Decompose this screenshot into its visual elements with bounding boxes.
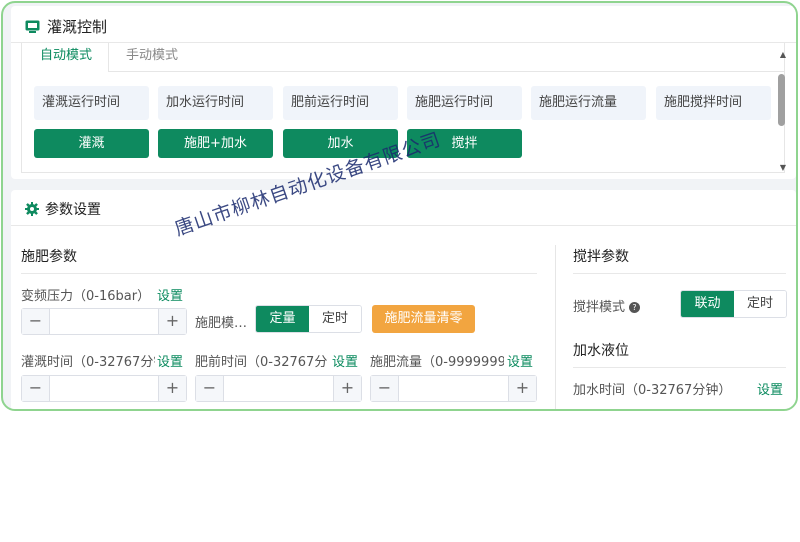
tab-manual-mode[interactable]: 手动模式 [126, 47, 178, 71]
fert-stir-time: 施肥搅拌时间 [656, 86, 771, 120]
monitor-icon [25, 20, 40, 33]
water-section-line [573, 367, 786, 368]
pre-fert-time-stepper[interactable]: − + [195, 375, 362, 402]
params-panel: 参数设置 施肥参数 变频压力（0-16bar） 设置 − + 施肥模… 定量 定… [11, 190, 796, 409]
irrigation-time-stepper[interactable]: − + [21, 375, 187, 402]
irrigation-panel-title: 灌溉控制 [25, 15, 107, 37]
app-frame: 灌溉控制 自动模式 手动模式 灌溉运行时间 加水运行时间 肥前运行时间 施肥运行… [1, 1, 798, 411]
column-separator [555, 245, 556, 409]
scrollbar-thumb[interactable] [778, 74, 785, 126]
stir-mode-timed[interactable]: 定时 [734, 291, 786, 317]
water-run-time: 加水运行时间 [158, 86, 273, 120]
decrement-icon[interactable]: − [22, 376, 50, 401]
irrigation-run-time: 灌溉运行时间 [34, 86, 149, 120]
tab-auto-mode[interactable]: 自动模式 [40, 47, 92, 71]
stir-mode-text: 搅拌模式 [573, 300, 626, 315]
decrement-icon[interactable]: − [371, 376, 399, 401]
water-level-title: 加水液位 [573, 343, 629, 359]
stir-mode-label: 搅拌模式? [573, 296, 641, 315]
increment-icon[interactable]: + [158, 309, 186, 334]
water-time-set-link[interactable]: 设置 [757, 379, 783, 398]
fert-mode-label: 施肥模… [195, 316, 248, 331]
fert-flow-set-link[interactable]: 设置 [507, 351, 533, 370]
params-divider [11, 225, 796, 226]
params-panel-title: 参数设置 [25, 199, 101, 219]
stir-section-line [573, 273, 786, 274]
frame-reflection [1, 412, 798, 542]
water-time-label: 加水时间（0-32767分钟） [573, 383, 732, 398]
pressure-input[interactable] [51, 309, 157, 334]
help-icon[interactable]: ? [629, 302, 641, 313]
irrigation-time-label: 灌溉时间（0-32767分钟 [21, 355, 155, 370]
gear-icon [25, 202, 39, 216]
increment-icon[interactable]: + [158, 376, 186, 401]
irrigation-time-input[interactable] [51, 376, 157, 401]
stir-params-title: 搅拌参数 [573, 249, 629, 265]
fert-flow-stepper[interactable]: − + [370, 375, 537, 402]
params-title-text: 参数设置 [45, 202, 101, 218]
decrement-icon[interactable]: − [22, 309, 50, 334]
pre-fert-run-time: 肥前运行时间 [283, 86, 398, 120]
fert-mode-quantity[interactable]: 定量 [256, 306, 309, 332]
irrigate-button[interactable]: 灌溉 [34, 129, 149, 158]
fert-mode-toggle[interactable]: 定量 定时 [255, 305, 362, 333]
pressure-set-link[interactable]: 设置 [157, 285, 183, 304]
increment-icon[interactable]: + [508, 376, 536, 401]
clear-fert-flow-button[interactable]: 施肥流量清零 [372, 305, 475, 333]
tab-underline [108, 71, 784, 72]
increment-icon[interactable]: + [333, 376, 361, 401]
reflection-panel [9, 412, 794, 542]
fert-flow-input[interactable] [400, 376, 507, 401]
irrigation-time-set-link[interactable]: 设置 [157, 351, 183, 370]
fert-run-flow: 施肥运行流量 [531, 86, 646, 120]
decrement-icon[interactable]: − [196, 376, 224, 401]
fert-mode-timed[interactable]: 定时 [309, 306, 361, 332]
stir-mode-linked[interactable]: 联动 [681, 291, 734, 317]
fertilize-params-title: 施肥参数 [21, 249, 77, 265]
stir-mode-toggle[interactable]: 联动 定时 [680, 290, 787, 318]
scroll-down-arrow-icon[interactable]: ▼ [780, 163, 786, 172]
pressure-stepper[interactable]: − + [21, 308, 187, 335]
fertilize-section-line [21, 273, 537, 274]
pre-fert-time-input[interactable] [225, 376, 332, 401]
scroll-up-arrow-icon[interactable]: ▲ [780, 50, 786, 59]
fert-add-water-button[interactable]: 施肥+加水 [158, 129, 273, 158]
pressure-label: 变频压力（0-16bar） [21, 289, 151, 304]
irrigation-title-text: 灌溉控制 [47, 17, 108, 36]
fert-flow-label: 施肥流量（0-9999999.9 [370, 355, 504, 370]
tab-separator [108, 43, 109, 71]
pre-fert-time-label: 肥前时间（0-32767分钟 [195, 355, 328, 370]
pre-fert-time-set-link[interactable]: 设置 [332, 351, 358, 370]
fert-run-time: 施肥运行时间 [407, 86, 522, 120]
